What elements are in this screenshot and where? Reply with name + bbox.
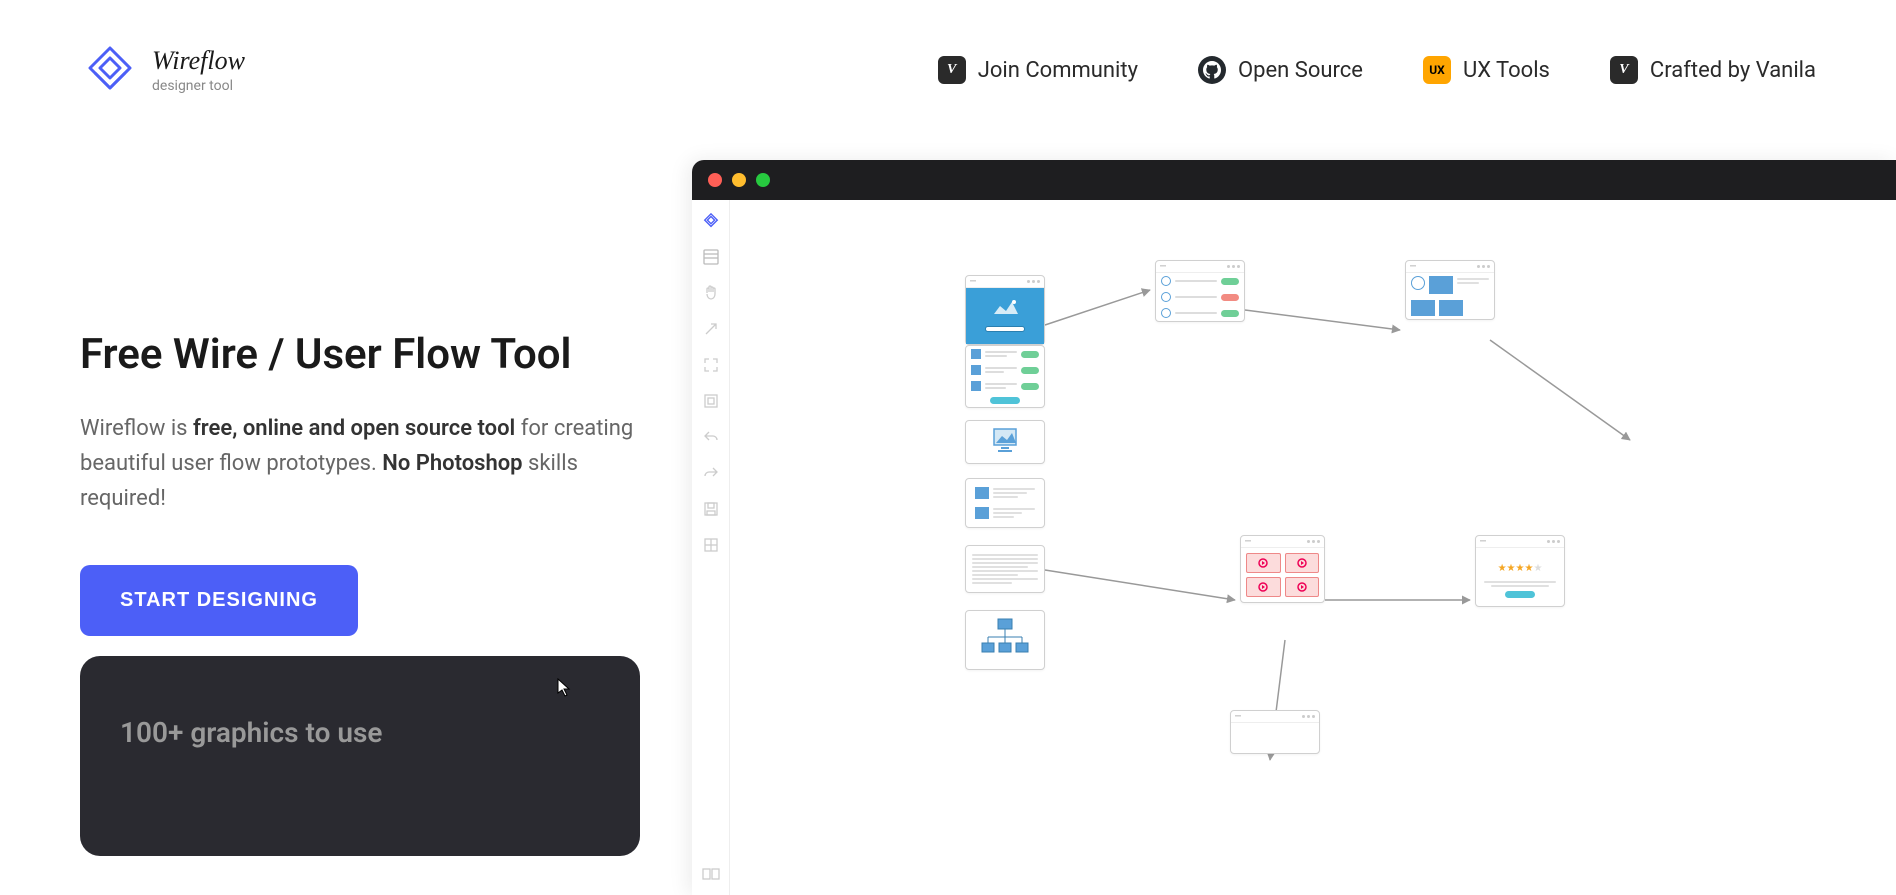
tool-arrow-icon[interactable] xyxy=(702,320,720,338)
flow-node[interactable]: ••• xyxy=(1240,535,1325,603)
window-close-icon xyxy=(708,173,722,187)
feature-card: 100+ graphics to use xyxy=(80,656,640,856)
hero-title: Free Wire / User Flow Tool xyxy=(80,330,640,379)
tool-fit-icon[interactable] xyxy=(702,392,720,410)
app-window-preview: ••• xyxy=(692,160,1896,895)
ux-icon: UX xyxy=(1423,56,1451,84)
app-body: ••• xyxy=(692,200,1896,895)
flow-node[interactable]: ••• xyxy=(1230,710,1320,754)
logo[interactable]: Wireflow designer tool xyxy=(80,40,245,100)
cursor-icon xyxy=(557,678,571,698)
logo-text: Wireflow designer tool xyxy=(152,46,245,94)
vanila-icon: V xyxy=(938,56,966,84)
window-maximize-icon xyxy=(756,173,770,187)
nav-crafted-by-vanila[interactable]: V Crafted by Vanila xyxy=(1610,56,1816,84)
start-designing-button[interactable]: START DESIGNING xyxy=(80,565,358,636)
tool-hand-icon[interactable] xyxy=(702,284,720,302)
flow-node[interactable] xyxy=(965,610,1045,670)
nav-ux-tools[interactable]: UX UX Tools xyxy=(1423,56,1550,84)
tool-fullscreen-icon[interactable] xyxy=(702,356,720,374)
nav-label: Open Source xyxy=(1238,58,1363,83)
feature-card-title: 100+ graphics to use xyxy=(120,716,600,749)
wireflow-logo-icon xyxy=(80,40,140,100)
app-toolbar xyxy=(692,200,730,895)
tool-logo-icon[interactable] xyxy=(702,212,720,230)
tool-template-icon[interactable] xyxy=(702,248,720,266)
tool-redo-icon[interactable] xyxy=(702,464,720,482)
hero-section: Free Wire / User Flow Tool Wireflow is f… xyxy=(0,100,640,636)
window-minimize-icon xyxy=(732,173,746,187)
vanila-icon: V xyxy=(1610,56,1638,84)
nav-label: Join Community xyxy=(978,58,1138,83)
flow-node[interactable] xyxy=(965,420,1045,464)
app-titlebar xyxy=(692,160,1896,200)
flow-node[interactable]: ••• ★★★★★ xyxy=(1475,535,1565,607)
flow-node[interactable] xyxy=(965,478,1045,528)
brand-tagline: designer tool xyxy=(152,78,245,94)
brand-name: Wireflow xyxy=(152,46,245,76)
nav-open-source[interactable]: Open Source xyxy=(1198,56,1363,84)
flow-node[interactable] xyxy=(965,545,1045,593)
nav-join-community[interactable]: V Join Community xyxy=(938,56,1138,84)
tool-grid-icon[interactable] xyxy=(702,536,720,554)
tool-save-icon[interactable] xyxy=(702,500,720,518)
flow-node[interactable] xyxy=(965,345,1045,408)
tool-undo-icon[interactable] xyxy=(702,428,720,446)
flow-node[interactable]: ••• xyxy=(1155,260,1245,322)
flow-node[interactable]: ••• xyxy=(1405,260,1495,320)
nav-label: UX Tools xyxy=(1463,58,1550,83)
hero-description: Wireflow is free, online and open source… xyxy=(80,411,640,517)
github-icon xyxy=(1198,56,1226,84)
flow-node[interactable]: ••• xyxy=(965,275,1045,345)
canvas[interactable]: ••• xyxy=(730,200,1896,895)
nav: V Join Community Open Source UX UX Tools… xyxy=(938,56,1816,84)
nav-label: Crafted by Vanila xyxy=(1650,58,1816,83)
header: Wireflow designer tool V Join Community … xyxy=(0,0,1896,100)
tool-layout-icon[interactable] xyxy=(702,865,720,883)
